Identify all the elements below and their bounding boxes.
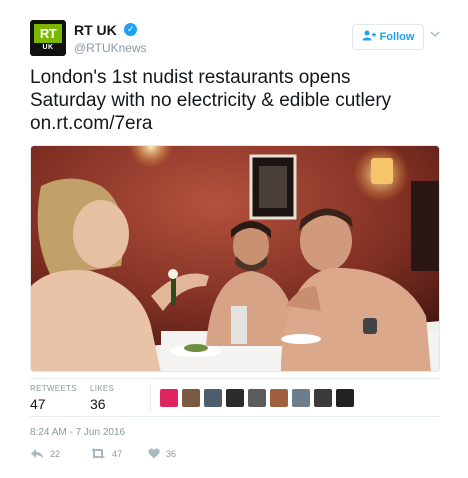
verified-badge-icon: ✓ [124,23,138,37]
heart-icon [148,448,160,459]
tweet-text: London's 1st nudist restaurants opens Sa… [30,67,392,134]
chevron-down-icon[interactable] [430,30,440,40]
divider [30,378,440,379]
liker-avatar[interactable] [314,389,332,407]
liker-avatar[interactable] [160,389,178,407]
liker-avatar[interactable] [292,389,310,407]
likes-count[interactable]: 36 [90,396,106,412]
retweets-count[interactable]: 47 [30,396,46,412]
liker-avatar[interactable] [182,389,200,407]
liker-avatar[interactable] [270,389,288,407]
display-name[interactable]: RT UK [74,22,117,38]
tweet-timestamp[interactable]: 8:24 AM - 7 Jun 2016 [30,427,125,438]
like-button[interactable]: 36 [148,448,176,459]
tweet-card: RT UK RT UK ✓ @RTUKnews Follow London's … [0,0,468,478]
liker-avatar[interactable] [248,389,266,407]
follow-button-label: Follow [379,31,415,43]
liker-avatar[interactable] [226,389,244,407]
retweet-count: 47 [112,448,123,459]
retweet-icon [90,448,106,459]
stats-separator [150,385,151,413]
liker-avatars [160,389,354,407]
divider [30,416,440,417]
liker-avatar[interactable] [336,389,354,407]
tweet-photo[interactable] [30,145,440,372]
photo-image [31,146,439,371]
likes-label[interactable]: LIKES [90,384,114,393]
reply-icon [30,448,44,459]
account-handle[interactable]: @RTUKnews [74,41,147,55]
liker-avatar[interactable] [204,389,222,407]
avatar-logo-subtext: UK [42,44,54,51]
retweets-label[interactable]: RETWEETS [30,384,77,393]
retweet-button[interactable]: 47 [90,448,122,459]
reply-count: 22 [50,448,61,459]
account-info[interactable]: RT UK ✓ @RTUKnews [74,21,147,55]
avatar-logo-text: RT [34,24,62,43]
like-count: 36 [166,448,177,459]
user-plus-icon [362,30,376,44]
follow-button[interactable]: Follow [352,24,424,50]
avatar[interactable]: RT UK [30,20,66,56]
reply-button[interactable]: 22 [30,448,60,459]
